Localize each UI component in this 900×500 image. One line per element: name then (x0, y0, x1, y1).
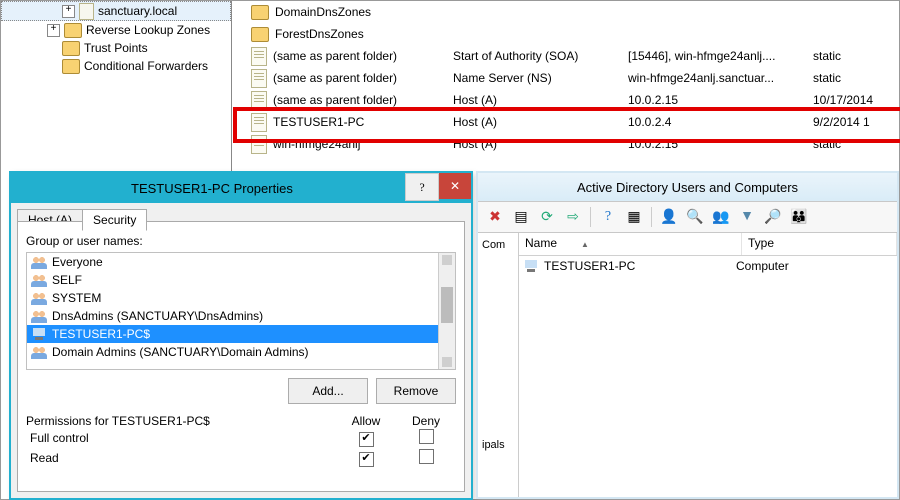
deny-header: Deny (396, 414, 456, 428)
tree-item[interactable]: Trust Points (1, 39, 231, 57)
folder-icon (64, 23, 82, 38)
principal-item[interactable]: SELF (27, 271, 439, 289)
principal-item[interactable]: Everyone (27, 253, 439, 271)
aduc-window: Active Directory Users and Computers ✖ ▤… (476, 171, 899, 499)
add-user-icon[interactable]: 👥 (710, 206, 732, 228)
folder-icon (62, 41, 80, 56)
record-icon (251, 113, 267, 132)
folder-icon (62, 59, 80, 74)
group-icon (31, 273, 47, 287)
record-icon (251, 135, 267, 154)
expand-icon[interactable]: + (62, 5, 75, 18)
dns-record-list: DomainDnsZones ForestDnsZones (same as p… (233, 1, 899, 171)
permissions-header: Permissions for TESTUSER1-PC$ Allow Deny (26, 414, 456, 428)
filter-icon[interactable]: ▼ (736, 206, 758, 228)
principal-item-selected[interactable]: TESTUSER1-PC$ (27, 325, 439, 343)
group-icon[interactable]: 👪 (788, 206, 810, 228)
group-icon (31, 255, 47, 269)
help-icon[interactable]: ? (597, 206, 619, 228)
properties-icon[interactable]: ▤ (510, 206, 532, 228)
deny-checkbox[interactable] (419, 429, 434, 444)
record-icon (251, 47, 267, 66)
toolbar-separator (651, 207, 652, 227)
properties-dialog: TESTUSER1-PC Properties ? ✕ Host (A) Sec… (9, 171, 473, 500)
tree-item[interactable]: + Reverse Lookup Zones (1, 21, 231, 39)
dns-tree: + sanctuary.local + Reverse Lookup Zones… (1, 1, 232, 171)
computer-icon (523, 259, 539, 273)
tree-item-zone[interactable]: + sanctuary.local (1, 1, 231, 21)
user-icon[interactable]: 👤 (658, 206, 680, 228)
record-icon (251, 91, 267, 110)
group-icon (31, 345, 47, 359)
tab-security[interactable]: Security (82, 209, 147, 231)
record-row-highlighted[interactable]: TESTUSER1-PCHost (A)10.0.2.49/2/2014 1 (233, 111, 899, 133)
allow-checkbox[interactable]: ✔ (359, 432, 374, 447)
expand-icon[interactable]: + (47, 24, 60, 37)
record-row[interactable]: win-hfmge24anljHost (A)10.0.2.15static (233, 133, 899, 155)
add-button[interactable]: Add... (288, 378, 368, 404)
permission-row: Full control ✔ (26, 428, 456, 448)
find-icon[interactable]: 🔍 (684, 206, 706, 228)
export-icon[interactable]: ⇨ (562, 206, 584, 228)
record-icon (251, 69, 267, 88)
tree-label: Trust Points (84, 41, 148, 55)
record-row[interactable]: (same as parent folder)Host (A)10.0.2.15… (233, 89, 899, 111)
principals-listbox[interactable]: Everyone SELF SYSTEM DnsAdmins (SANCTUAR… (26, 252, 456, 370)
group-icon (31, 309, 47, 323)
expand-icon (47, 43, 58, 54)
permissions-for-label: Permissions for TESTUSER1-PC$ (26, 414, 336, 428)
list-item[interactable]: TESTUSER1-PC Computer (519, 256, 897, 276)
sort-arrow-icon: ▲ (581, 240, 589, 249)
column-type[interactable]: Type (742, 233, 897, 255)
allow-checkbox[interactable]: ✔ (359, 452, 374, 467)
folder-icon (251, 27, 269, 42)
aduc-toolbar: ✖ ▤ ⟳ ⇨ ? ▦ 👤 🔍 👥 ▼ 🔎 👪 (478, 201, 897, 233)
db-icon (79, 3, 94, 20)
group-list-label: Group or user names: (26, 234, 456, 248)
column-headers[interactable]: Name▲ Type (519, 233, 897, 256)
tree-label: sanctuary.local (98, 4, 177, 18)
allow-header: Allow (336, 414, 396, 428)
help-button[interactable]: ? (405, 173, 439, 201)
search-icon[interactable]: 🔎 (762, 206, 784, 228)
annotation-arrow-left (449, 303, 519, 355)
dialog-title: TESTUSER1-PC Properties (131, 181, 293, 196)
expand-icon (47, 61, 58, 72)
tree-label: Reverse Lookup Zones (86, 23, 210, 37)
permission-row: Read ✔ (26, 448, 456, 468)
tree-label: Conditional Forwarders (84, 59, 208, 73)
toolbar-separator (590, 207, 591, 227)
refresh-icon[interactable]: ⟳ (536, 206, 558, 228)
close-button[interactable]: ✕ (439, 173, 471, 199)
column-name[interactable]: Name▲ (519, 233, 742, 255)
aduc-tree[interactable]: Com ipals (478, 233, 519, 497)
record-row[interactable]: ForestDnsZones (233, 23, 899, 45)
dialog-title-bar[interactable]: TESTUSER1-PC Properties ? ✕ (11, 173, 471, 203)
aduc-title-bar[interactable]: Active Directory Users and Computers (478, 173, 897, 201)
principal-item[interactable]: SYSTEM (27, 289, 439, 307)
aduc-list: Name▲ Type TESTUSER1-PC Computer (519, 233, 897, 497)
tree-fragment: Com (478, 237, 518, 253)
remove-button[interactable]: Remove (376, 378, 456, 404)
delete-icon[interactable]: ✖ (484, 206, 506, 228)
principal-item[interactable]: DnsAdmins (SANCTUARY\DnsAdmins) (27, 307, 439, 325)
deny-checkbox[interactable] (419, 449, 434, 464)
folder-icon (251, 5, 269, 20)
columns-icon[interactable]: ▦ (623, 206, 645, 228)
item-name: TESTUSER1-PC (544, 259, 736, 273)
record-row[interactable]: (same as parent folder)Start of Authorit… (233, 45, 899, 67)
principal-item[interactable]: Domain Admins (SANCTUARY\Domain Admins) (27, 343, 439, 361)
tree-fragment: ipals (478, 437, 518, 453)
item-type: Computer (736, 259, 789, 273)
record-row[interactable]: (same as parent folder)Name Server (NS)w… (233, 67, 899, 89)
tree-item[interactable]: Conditional Forwarders (1, 57, 231, 75)
record-row[interactable]: DomainDnsZones (233, 1, 899, 23)
computer-icon (31, 327, 47, 341)
group-icon (31, 291, 47, 305)
tab-body: Group or user names: Everyone SELF SYSTE… (17, 221, 465, 492)
